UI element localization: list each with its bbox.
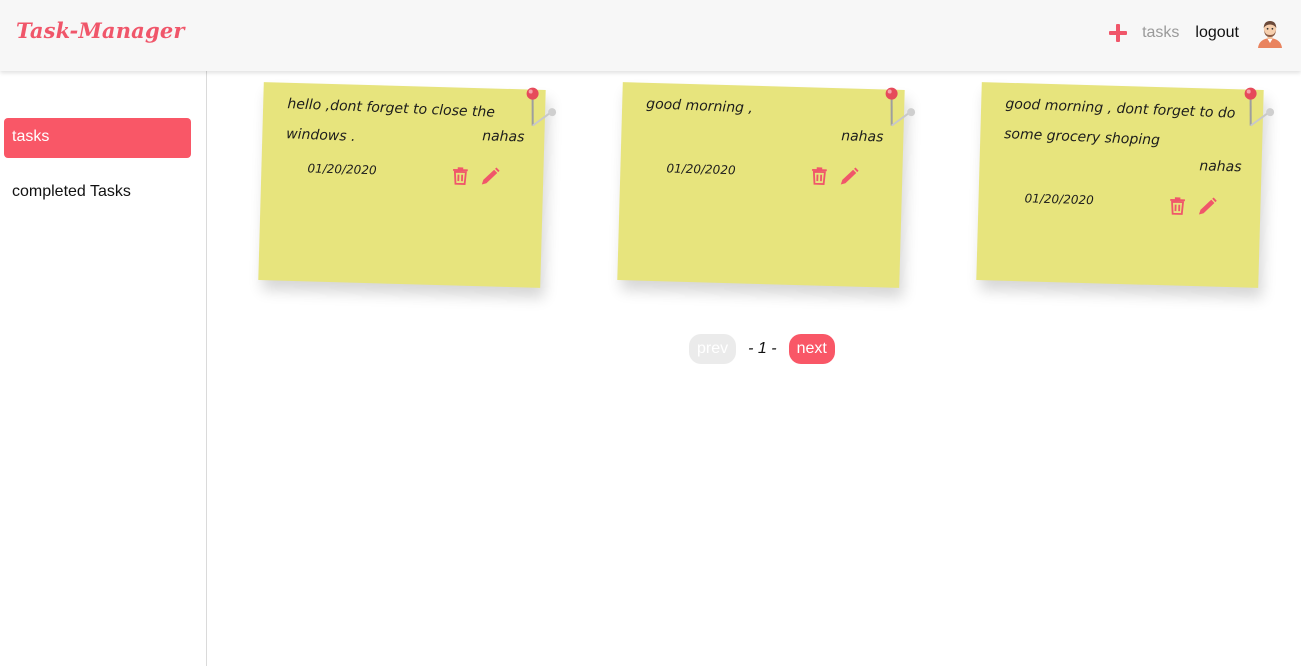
top-nav: tasks logout [1108,16,1285,50]
task-note: good morning , nahas 01/20/2020 [617,82,916,288]
task-note-date: 01/20/2020 [307,161,377,178]
edit-pencil-icon[interactable] [1196,195,1219,218]
task-note-actions [449,164,510,188]
delete-trash-icon[interactable] [1166,194,1189,217]
task-note-date: 01/20/2020 [1024,191,1094,208]
next-page-button[interactable]: next [788,334,835,364]
edit-pencil-icon[interactable] [479,165,502,188]
sidebar: tasks completed Tasks [0,71,207,666]
pagination: prev - 1 - next [689,334,835,364]
task-note-author: nahas [481,128,525,146]
task-note-author: nahas [1199,158,1242,176]
delete-trash-icon[interactable] [449,164,472,187]
pushpin-icon [1244,87,1275,127]
pushpin-icon [885,87,916,127]
delete-trash-icon[interactable] [808,164,831,187]
edit-pencil-icon[interactable] [838,165,861,188]
sidebar-item-tasks[interactable]: tasks [4,118,191,158]
current-page-number: - 1 - [748,340,777,357]
nav-tasks-link[interactable]: tasks [1142,24,1179,42]
task-note-text: good morning , dont forget to do some gr… [1003,96,1236,149]
task-note-text: hello ,dont forget to close the windows … [285,96,496,145]
task-note: good morning , dont forget to do some gr… [976,82,1275,288]
task-note-text: good morning , [645,96,754,117]
task-note-actions [1166,194,1227,218]
user-avatar-icon[interactable] [1255,18,1285,48]
add-task-plus-icon[interactable] [1108,23,1128,43]
sidebar-item-completed-tasks[interactable]: completed Tasks [4,173,191,213]
prev-page-button[interactable]: prev [689,334,737,364]
task-note-date: 01/20/2020 [666,161,736,178]
task-note: hello ,dont forget to close the windows … [258,82,557,288]
app-logo[interactable]: Task-Manager [16,18,185,43]
task-note-author: nahas [840,128,884,146]
pushpin-icon [526,87,557,127]
nav-logout-link[interactable]: logout [1195,24,1239,42]
header: Task-Manager tasks logout [0,0,1301,71]
task-note-actions [808,164,869,188]
